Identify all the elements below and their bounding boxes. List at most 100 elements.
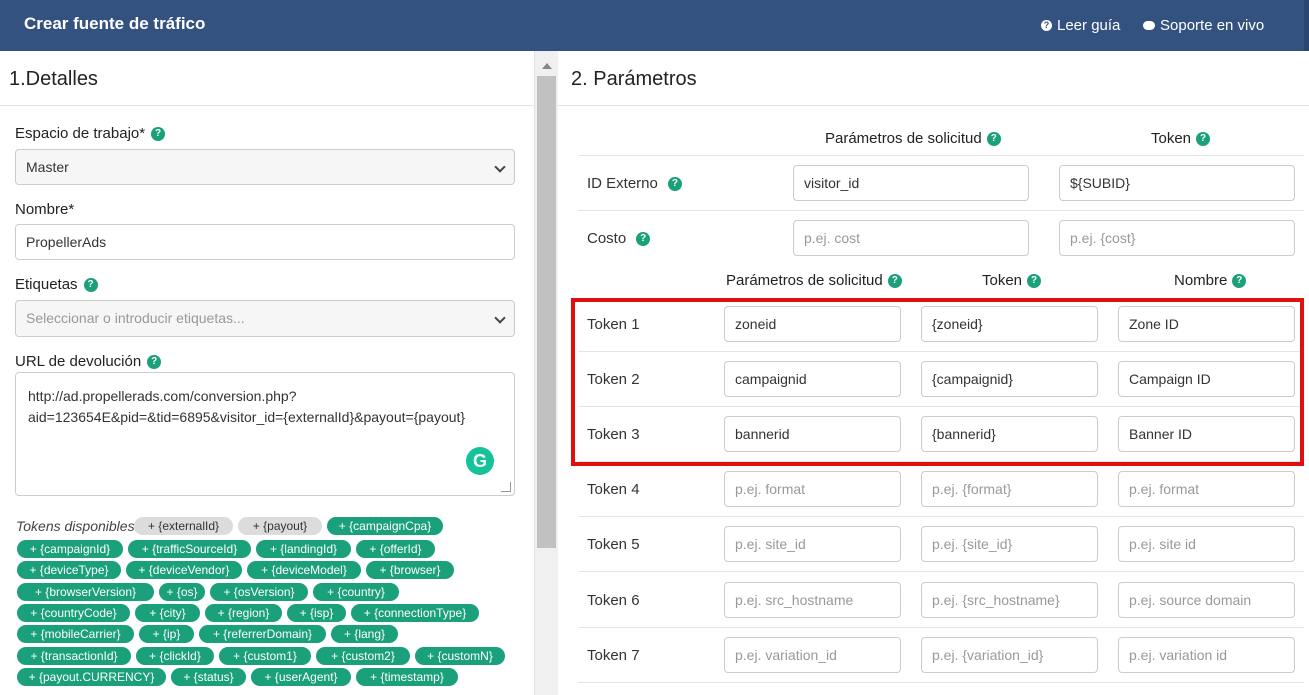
request-params-header-text: Parámetros de solicitud: [825, 130, 982, 147]
token-chip[interactable]: + {externalId}: [134, 517, 233, 535]
token-chip[interactable]: + {offerId}: [356, 540, 435, 558]
request-params-header: Parámetros de solicitud ?: [825, 130, 1001, 147]
token-chip[interactable]: + {lang}: [331, 625, 398, 643]
page-title: Crear fuente de tráfico: [24, 14, 206, 33]
token-request-input[interactable]: p.ej. variation_id: [724, 637, 901, 673]
scroll-up-arrow-icon[interactable]: [542, 63, 552, 69]
help-icon[interactable]: ?: [1196, 131, 1211, 146]
highlight-box: [571, 298, 1304, 466]
support-link[interactable]: Soporte en vivo: [1143, 17, 1264, 34]
token-row-label: Token 4: [587, 481, 640, 498]
row-divider: [578, 516, 1304, 517]
chevron-down-icon: [494, 312, 506, 324]
token-chip[interactable]: + {browserVersion}: [17, 583, 154, 601]
cost-request-input[interactable]: p.ej. cost: [793, 220, 1029, 256]
token-chip[interactable]: + {connectionType}: [351, 604, 479, 622]
token-chip[interactable]: + {mobileCarrier}: [17, 625, 134, 643]
token-chip[interactable]: + {ip}: [139, 625, 194, 643]
postback-url-line: http://ad.propellerads.com/conversion.ph…: [28, 388, 297, 404]
external-id-request-input[interactable]: visitor_id: [793, 165, 1029, 201]
help-icon[interactable]: ?: [151, 126, 166, 141]
token-row-label: Token 5: [587, 536, 640, 553]
cost-label: Costo ?: [587, 230, 651, 247]
postback-label: URL de devolución ?: [15, 353, 162, 370]
token-name-input[interactable]: p.ej. variation id: [1118, 637, 1295, 673]
workspace-label-text: Espacio de trabajo*: [15, 125, 146, 142]
token-chip[interactable]: + {campaignId}: [17, 540, 123, 558]
token-chip[interactable]: + {deviceVendor}: [126, 561, 242, 579]
help-icon[interactable]: ?: [986, 131, 1001, 146]
token-name-input[interactable]: p.ej. format: [1118, 471, 1295, 507]
help-icon[interactable]: ?: [1027, 273, 1042, 288]
cost-token-input[interactable]: p.ej. {cost}: [1059, 220, 1295, 256]
token-chip[interactable]: + {deviceModel}: [247, 561, 361, 579]
token-name-input[interactable]: p.ej. site id: [1118, 526, 1295, 562]
token-chip[interactable]: + {deviceType}: [17, 561, 121, 579]
help-icon[interactable]: ?: [147, 354, 162, 369]
token-chip[interactable]: + {referrerDomain}: [199, 625, 326, 643]
token-row-label: Token 7: [587, 647, 640, 664]
token-chip[interactable]: + {countryCode}: [17, 604, 130, 622]
help-icon[interactable]: ?: [1232, 273, 1247, 288]
token-value-input[interactable]: p.ej. {src_hostname}: [921, 582, 1098, 618]
token-value-input[interactable]: p.ej. {site_id}: [921, 526, 1098, 562]
external-id-label-text: ID Externo: [587, 175, 658, 192]
token-chip[interactable]: + {clickId}: [136, 647, 214, 665]
parameters-section-title: 2. Parámetros: [571, 68, 697, 90]
help-icon[interactable]: ?: [636, 231, 651, 246]
token-chip[interactable]: + {customN}: [415, 647, 505, 665]
workspace-value: Master: [26, 159, 69, 175]
token-header-text: Token: [982, 272, 1023, 289]
help-icon[interactable]: ?: [83, 277, 98, 292]
name-header-text: Nombre: [1174, 272, 1228, 289]
token-chip[interactable]: + {city}: [135, 604, 200, 622]
token-name-input[interactable]: p.ej. source domain: [1118, 582, 1295, 618]
details-panel: 1.Detalles Espacio de trabajo* ? Master …: [0, 51, 535, 695]
row-divider: [578, 682, 1304, 683]
token-chip[interactable]: + {timestamp}: [356, 668, 458, 686]
postback-url-textarea[interactable]: http://ad.propellerads.com/conversion.ph…: [15, 372, 515, 496]
token-chip[interactable]: + {country}: [313, 583, 399, 601]
token-chip[interactable]: + {landingId}: [256, 540, 351, 558]
workspace-label: Espacio de trabajo* ?: [15, 125, 166, 142]
token-chip[interactable]: + {osVersion}: [210, 583, 308, 601]
token-chip[interactable]: + {region}: [205, 604, 282, 622]
token-header: Token ?: [1151, 130, 1211, 147]
token-header-text: Token: [1151, 130, 1192, 147]
help-icon[interactable]: ?: [667, 176, 682, 191]
guide-link[interactable]: ? Leer guía: [1041, 17, 1120, 34]
external-id-token-input[interactable]: ${SUBID}: [1059, 165, 1295, 201]
details-scrollbar[interactable]: [535, 51, 558, 695]
token-value-input[interactable]: p.ej. {format}: [921, 471, 1098, 507]
token-request-input[interactable]: p.ej. src_hostname: [724, 582, 901, 618]
workspace-select[interactable]: Master: [15, 149, 515, 185]
name-input[interactable]: PropellerAds: [15, 224, 515, 260]
token-chip[interactable]: + {browser}: [366, 561, 454, 579]
resize-handle[interactable]: [501, 482, 511, 492]
token-chip[interactable]: + {userAgent}: [251, 668, 351, 686]
token-chip[interactable]: + {custom2}: [316, 647, 410, 665]
token-chip[interactable]: + {payout.CURRENCY}: [17, 668, 166, 686]
token-chip[interactable]: + {payout}: [238, 517, 322, 535]
token-chip[interactable]: + {trafficSourceId}: [128, 540, 251, 558]
scrollbar-thumb[interactable]: [537, 76, 556, 548]
token-chip[interactable]: + {campaignCpa}: [327, 517, 443, 535]
token-request-input[interactable]: p.ej. format: [724, 471, 901, 507]
cost-label-text: Costo: [587, 230, 627, 247]
row-divider: [578, 571, 1304, 572]
token-chip[interactable]: + {os}: [159, 583, 205, 601]
token-chip[interactable]: + {status}: [171, 668, 246, 686]
divider: [558, 105, 1309, 106]
tags-select[interactable]: Seleccionar o introducir etiquetas...: [15, 300, 515, 337]
grammarly-icon[interactable]: G: [466, 447, 494, 475]
token-chip[interactable]: + {isp}: [287, 604, 346, 622]
row-divider: [578, 627, 1304, 628]
name-header: Nombre ?: [1174, 272, 1247, 289]
token-chip[interactable]: + {transactionId}: [17, 647, 131, 665]
token-request-input[interactable]: p.ej. site_id: [724, 526, 901, 562]
external-id-label: ID Externo ?: [587, 175, 682, 192]
row-divider: [578, 210, 1304, 211]
token-chip[interactable]: + {custom1}: [219, 647, 311, 665]
token-value-input[interactable]: p.ej. {variation_id}: [921, 637, 1098, 673]
help-icon[interactable]: ?: [887, 273, 902, 288]
